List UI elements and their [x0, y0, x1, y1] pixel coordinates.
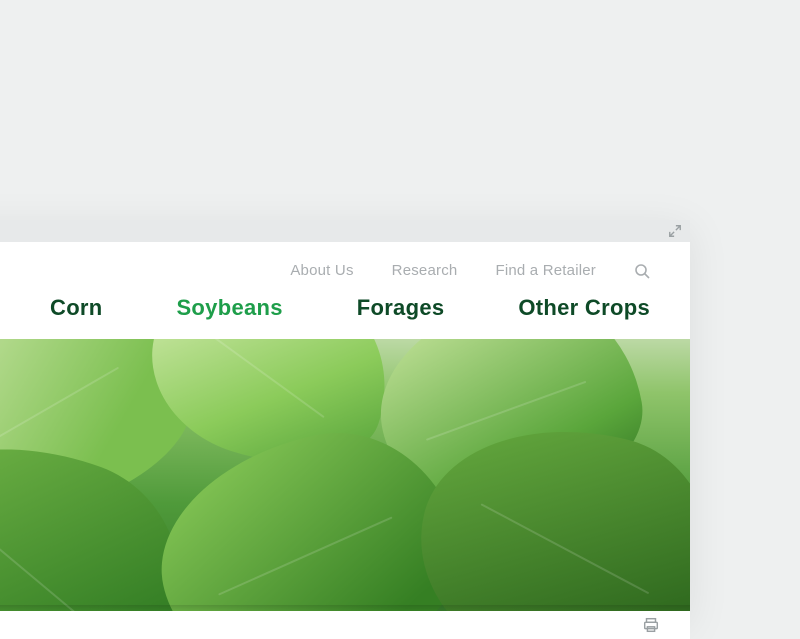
print-icon[interactable]	[642, 616, 660, 634]
utility-nav: About Us Research Find a Retailer	[0, 252, 650, 285]
nav-about-us[interactable]: About Us	[290, 262, 353, 279]
nav-find-retailer[interactable]: Find a Retailer	[495, 262, 596, 279]
site-header: About Us Research Find a Retailer Corn S…	[0, 242, 690, 339]
tab-other-crops[interactable]: Other Crops	[518, 295, 650, 321]
expand-icon[interactable]	[668, 224, 682, 238]
hero-footer-strip	[0, 611, 690, 639]
browser-window: About Us Research Find a Retailer Corn S…	[0, 220, 690, 620]
tab-forages[interactable]: Forages	[357, 295, 445, 321]
search-icon[interactable]	[634, 263, 650, 279]
nav-research[interactable]: Research	[392, 262, 458, 279]
window-titlebar	[0, 220, 690, 242]
primary-nav: Corn Soybeans Forages Other Crops	[0, 285, 650, 321]
tab-soybeans[interactable]: Soybeans	[176, 295, 282, 321]
tab-corn[interactable]: Corn	[50, 295, 103, 321]
hero-image	[0, 339, 690, 639]
